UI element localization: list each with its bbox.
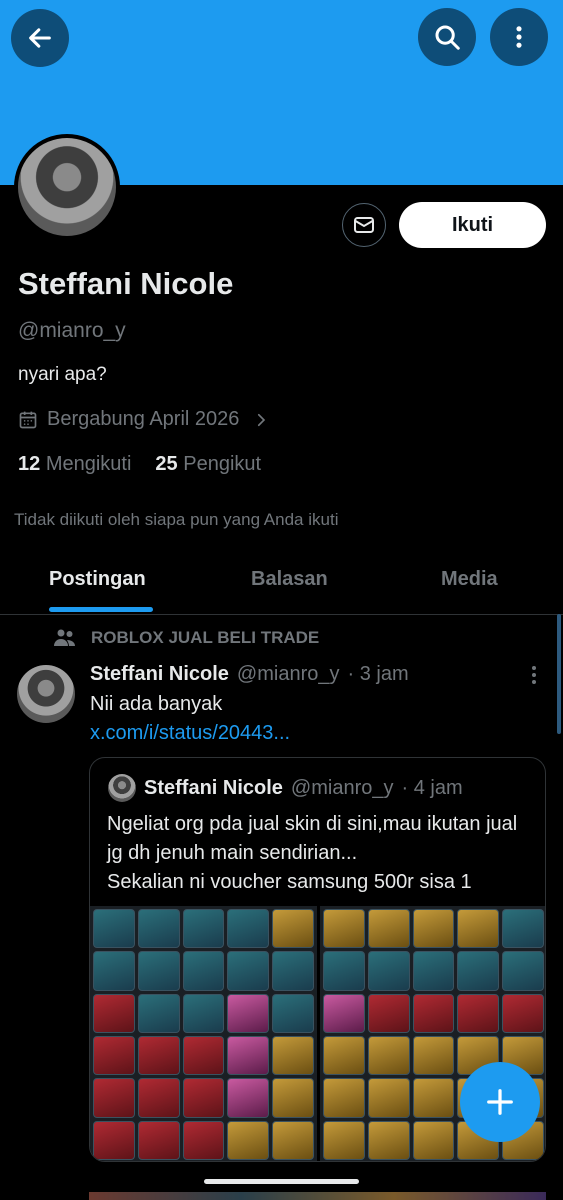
message-button[interactable]: [342, 203, 386, 247]
following-label: Mengikuti: [45, 453, 132, 475]
tab-posts[interactable]: Postingan: [49, 568, 146, 591]
profile-name: Steffani Nicole: [18, 266, 234, 301]
back-arrow-icon: [29, 28, 51, 48]
post-link[interactable]: x.com/i/status/20443...: [90, 722, 290, 745]
follow-button[interactable]: Ikuti: [399, 202, 546, 248]
followers-stat[interactable]: 25 Pengikut: [155, 453, 261, 476]
search-icon: [435, 25, 460, 50]
followers-label: Pengikut: [183, 453, 262, 475]
post-time: · 3 jam: [347, 663, 409, 685]
post-text: Nii ada banyak: [90, 693, 223, 715]
post-author-avatar[interactable]: [17, 665, 75, 723]
profile-tabs: Postingan Balasan Media: [0, 556, 563, 615]
tab-media[interactable]: Media: [441, 568, 498, 591]
mutual-followers-text: Tidak diikuti oleh siapa pun yang Anda i…: [14, 510, 339, 529]
plus-icon: [487, 1089, 513, 1115]
quoted-post-header: Steffani Nicole @mianro_y · 4 jam: [108, 774, 463, 802]
chevron-right-icon: [258, 413, 266, 426]
more-options-button[interactable]: [490, 8, 548, 66]
more-vertical-icon: [516, 26, 522, 48]
post-header: Steffani Nicole @mianro_y · 3 jam: [90, 663, 409, 686]
next-post-media-preview: [89, 1192, 546, 1200]
community-name: ROBLOX JUAL BELI TRADE: [91, 628, 320, 647]
search-button[interactable]: [418, 8, 476, 66]
profile-handle: @mianro_y: [18, 319, 126, 342]
tab-replies[interactable]: Balasan: [251, 568, 328, 591]
joined-date[interactable]: Bergabung April 2026: [18, 408, 270, 431]
post-author-name[interactable]: Steffani Nicole: [90, 663, 229, 686]
mail-icon: [354, 217, 374, 233]
media-image-left[interactable]: [90, 906, 317, 1161]
community-label[interactable]: ROBLOX JUAL BELI TRADE: [53, 628, 319, 648]
more-vertical-icon: [532, 666, 536, 684]
active-tab-indicator: [49, 607, 153, 612]
post-author-handle[interactable]: @mianro_y: [237, 663, 340, 686]
calendar-icon: [19, 411, 37, 428]
home-indicator[interactable]: [204, 1179, 359, 1184]
people-icon: [54, 629, 75, 646]
quoted-author-avatar: [108, 774, 136, 802]
joined-label: Bergabung April 2026: [47, 408, 240, 430]
compose-button[interactable]: [460, 1062, 540, 1142]
scrollbar[interactable]: [557, 614, 561, 734]
following-stat[interactable]: 12 Mengikuti: [18, 453, 131, 476]
post-more-button[interactable]: [526, 664, 542, 692]
quoted-post-time: · 4 jam: [401, 776, 463, 799]
following-count: 12: [18, 453, 41, 475]
quoted-author-handle: @mianro_y: [290, 776, 394, 799]
back-button[interactable]: [11, 9, 69, 67]
quoted-post-text: Ngeliat org pda jual skin di sini,mau ik…: [107, 813, 518, 893]
followers-count: 25: [155, 453, 178, 475]
profile-bio: nyari apa?: [18, 364, 107, 385]
quoted-author-name: Steffani Nicole: [144, 776, 283, 799]
profile-avatar[interactable]: [14, 134, 120, 240]
